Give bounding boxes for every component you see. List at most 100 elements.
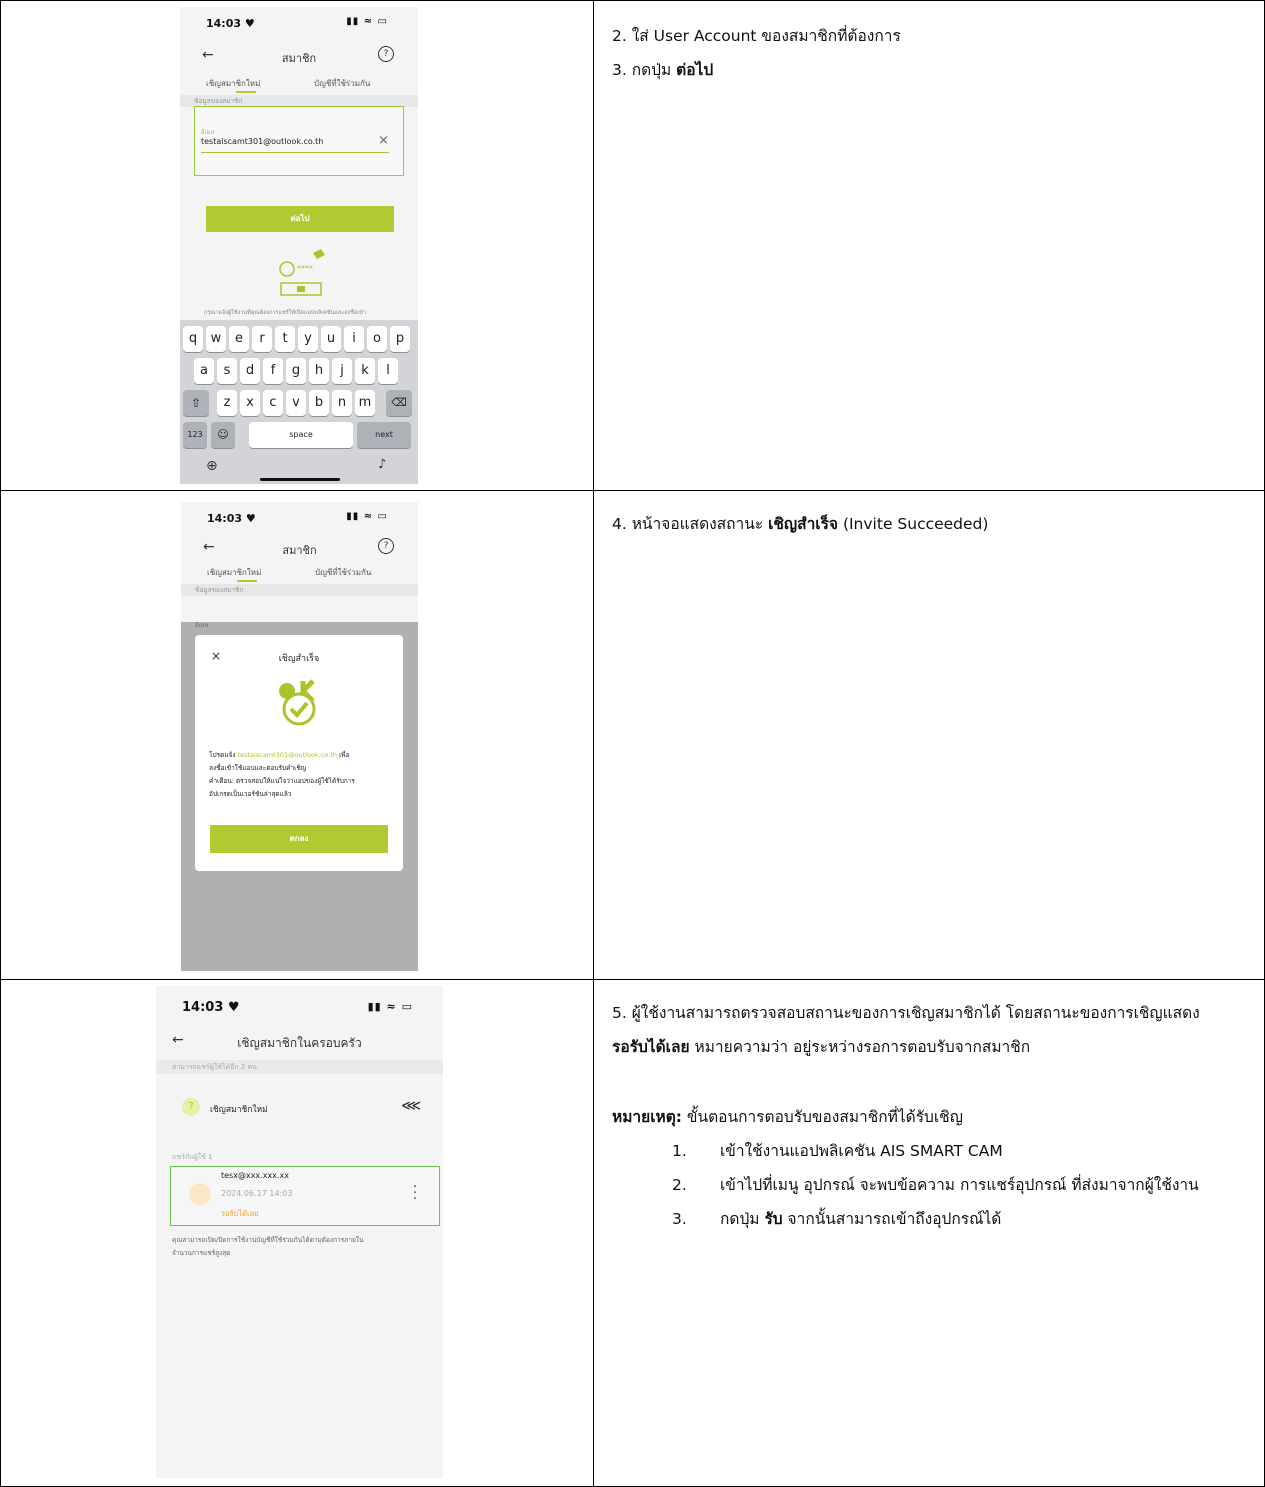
kb-row-2: a s d f g h j k l [194,358,404,384]
tab-invite-new[interactable]: เชิญสมาชิกใหม่ [207,566,261,579]
key-u[interactable]: u [321,326,341,352]
member-email: tesx@xxx.xxx.xx [221,1171,289,1180]
emoji-key-icon[interactable]: ☺ [211,422,235,448]
document-page: 14:03 ♥ ▮▮ ≈ ▭ ← สมาชิก ? เชิญสมาชิกใหม่… [0,0,1265,1487]
message-email: testaiscamt301@outlook.co.th [237,751,337,759]
member-card[interactable]: tesx@xxx.xxx.xx 2024.06.17 14:03 รอรับได… [170,1166,440,1226]
key-s[interactable]: s [217,358,237,384]
key-h[interactable]: h [309,358,329,384]
clear-icon[interactable]: × [378,133,389,148]
key-w[interactable]: w [206,326,226,352]
dialog-message-line1: โปรดแจ้ง testaiscamt301@outlook.co.th เพ… [209,749,355,762]
key-z[interactable]: z [217,390,237,416]
key-q[interactable]: q [183,326,203,352]
key-f[interactable]: f [263,358,283,384]
key-g[interactable]: g [286,358,306,384]
key-123[interactable]: 123 [183,422,207,448]
backspace-key-icon[interactable]: ⌫ [386,390,412,416]
next-button[interactable]: ต่อไป [206,206,394,232]
status-explanation: รอรับได้เลย หมายความว่า อยู่ระหว่างรอการ… [612,1030,1250,1064]
email-field-label: อีเมล [201,129,215,136]
key-y[interactable]: y [298,326,318,352]
nav-bar: ← สมาชิก ? [181,535,418,561]
question-avatar-icon: ? [182,1098,200,1116]
table-row: 14:03 ♥ ▮▮ ≈ ▭ ← สมาชิก ? เชิญสมาชิกใหม่… [0,0,1265,491]
step-3-prefix: 3. กดปุ่ม [612,61,677,79]
step-4-suffix: (Invite Succeeded) [838,515,989,533]
invite-new-row[interactable]: ? เชิญสมาชิกใหม่ ⋘ [156,1088,443,1128]
step-2-text: 2. ใส่ User Account ของสมาชิกที่ต้องการ [612,27,901,45]
home-indicator [260,478,340,481]
key-e[interactable]: e [229,326,249,352]
remaining-share-label: สามารถแชร์ผู้ใช้ได้อีก 2 คน [156,1060,443,1074]
key-x[interactable]: x [240,390,260,416]
tab-shared-accounts[interactable]: บัญชีที่ใช้ร่วมกัน [314,77,370,90]
step-3-bold: ต่อไป [676,61,714,79]
list-item-text: เข้าไปที่เมนู อุปกรณ์ จะพบข้อความ การแชร… [720,1176,1199,1194]
key-p[interactable]: p [390,326,410,352]
list-item: 3. กดปุ่ม รับ จากนั้นสามารถเข้าถึงอุปกรณ์… [612,1202,1250,1236]
tab-underline [236,91,256,93]
key-j[interactable]: j [332,358,352,384]
description-cell: 4. หน้าจอแสดงสถานะ เชิญสำเร็จ (Invite Su… [593,490,1265,980]
signal-wifi-battery-icon: ▮▮ ≈ ▭ [346,16,388,27]
steps-table: 14:03 ♥ ▮▮ ≈ ▭ ← สมาชิก ? เชิญสมาชิกใหม่… [0,0,1265,1487]
table-row: 14:03 ♥ ▮▮ ≈ ▭ ← สมาชิก ? เชิญสมาชิกใหม่… [0,490,1265,980]
svg-text:****: **** [297,264,313,273]
footer-note: คุณสามารถเปิด/ปิดการใช้งานบัญชีที่ใช้ร่ว… [172,1234,364,1260]
globe-icon[interactable]: ⊕ [206,458,218,474]
tab-shared-accounts[interactable]: บัญชีที่ใช้ร่วมกัน [315,566,371,579]
more-options-icon[interactable]: · · · [413,1181,417,1206]
signal-wifi-battery-icon: ▮▮ ≈ ▭ [346,511,388,522]
help-icon[interactable]: ? [378,46,394,62]
microphone-icon[interactable]: ♪ [378,457,386,472]
help-icon[interactable]: ? [378,538,394,554]
footer-note-line2: จำนวนการแชร์สูงสุด [172,1249,231,1257]
key-b[interactable]: b [309,390,329,416]
ok-button[interactable]: ตกลง [210,825,388,853]
screenshot-cell: 14:03 ♥ ▮▮ ≈ ▭ ← เชิญสมาชิกในครอบครัว สา… [0,979,594,1487]
key-c[interactable]: c [263,390,283,416]
dialog-message-line4: อัปเกรดเป็นเวอร์ชันล่าสุดแล้ว [209,790,292,798]
key-n[interactable]: n [332,390,352,416]
key-next[interactable]: next [357,422,411,448]
kb-row-3: ⇧ z x c v b n m ⌫ [183,390,415,416]
member-status: รอรับได้เลย [221,1209,259,1218]
on-screen-keyboard: q w e r t y u i o p a s d f g h j k l ⇧ … [180,320,418,484]
key-v[interactable]: v [286,390,306,416]
list-item: 1. เข้าใช้งานแอปพลิเคชัน AIS SMART CAM [612,1134,1250,1168]
key-r[interactable]: r [252,326,272,352]
nav-bar: ← สมาชิก ? [180,43,418,69]
key-t[interactable]: t [275,326,295,352]
key-o[interactable]: o [367,326,387,352]
status-time: 14:03 ♥ [207,512,256,525]
kb-row-1: q w e r t y u i o p [183,326,415,352]
status-bold: รอรับได้เลย [612,1038,690,1056]
key-l[interactable]: l [378,358,398,384]
screenshot-cell: 14:03 ♥ ▮▮ ≈ ▭ ← สมาชิก ? เชิญสมาชิกใหม่… [0,490,594,980]
key-m[interactable]: m [355,390,375,416]
email-field-box: อีเมล testaiscamt301@outlook.co.th × [194,106,404,176]
tab-invite-new[interactable]: เชิญสมาชิกใหม่ [206,77,260,90]
email-field[interactable]: testaiscamt301@outlook.co.th [201,137,323,146]
shared-users-label: แชร์กับผู้ใช้ 1 [172,1153,213,1161]
step-3-text: 3. กดปุ่ม ต่อไป [612,53,1250,87]
invite-illustration: **** [279,249,325,296]
key-space[interactable]: space [249,422,353,448]
key-d[interactable]: d [240,358,260,384]
key-i[interactable]: i [344,326,364,352]
phone-screenshot-invite-form: 14:03 ♥ ▮▮ ≈ ▭ ← สมาชิก ? เชิญสมาชิกใหม่… [180,7,418,484]
message-suffix: เพื่อ [337,751,350,759]
list-item-bold: รับ [764,1210,783,1228]
shift-key-icon[interactable]: ⇧ [183,390,209,416]
email-underline [201,152,389,153]
message-prefix: โปรดแจ้ง [209,751,238,759]
status-explanation-rest: หมายความว่า อยู่ระหว่างรอการตอบรับจากสมา… [689,1038,1031,1056]
key-a[interactable]: a [194,358,214,384]
tab-underline [237,580,257,582]
key-k[interactable]: k [355,358,375,384]
list-item-rest: จากนั้นสามารถเข้าถึงอุปกรณ์ได้ [782,1210,1002,1228]
share-icon[interactable]: ⋘ [401,1098,421,1114]
status-time: 14:03 ♥ [182,1000,240,1015]
phone-screenshot-success-dialog: 14:03 ♥ ▮▮ ≈ ▭ ← สมาชิก ? เชิญสมาชิกใหม่… [181,502,418,971]
